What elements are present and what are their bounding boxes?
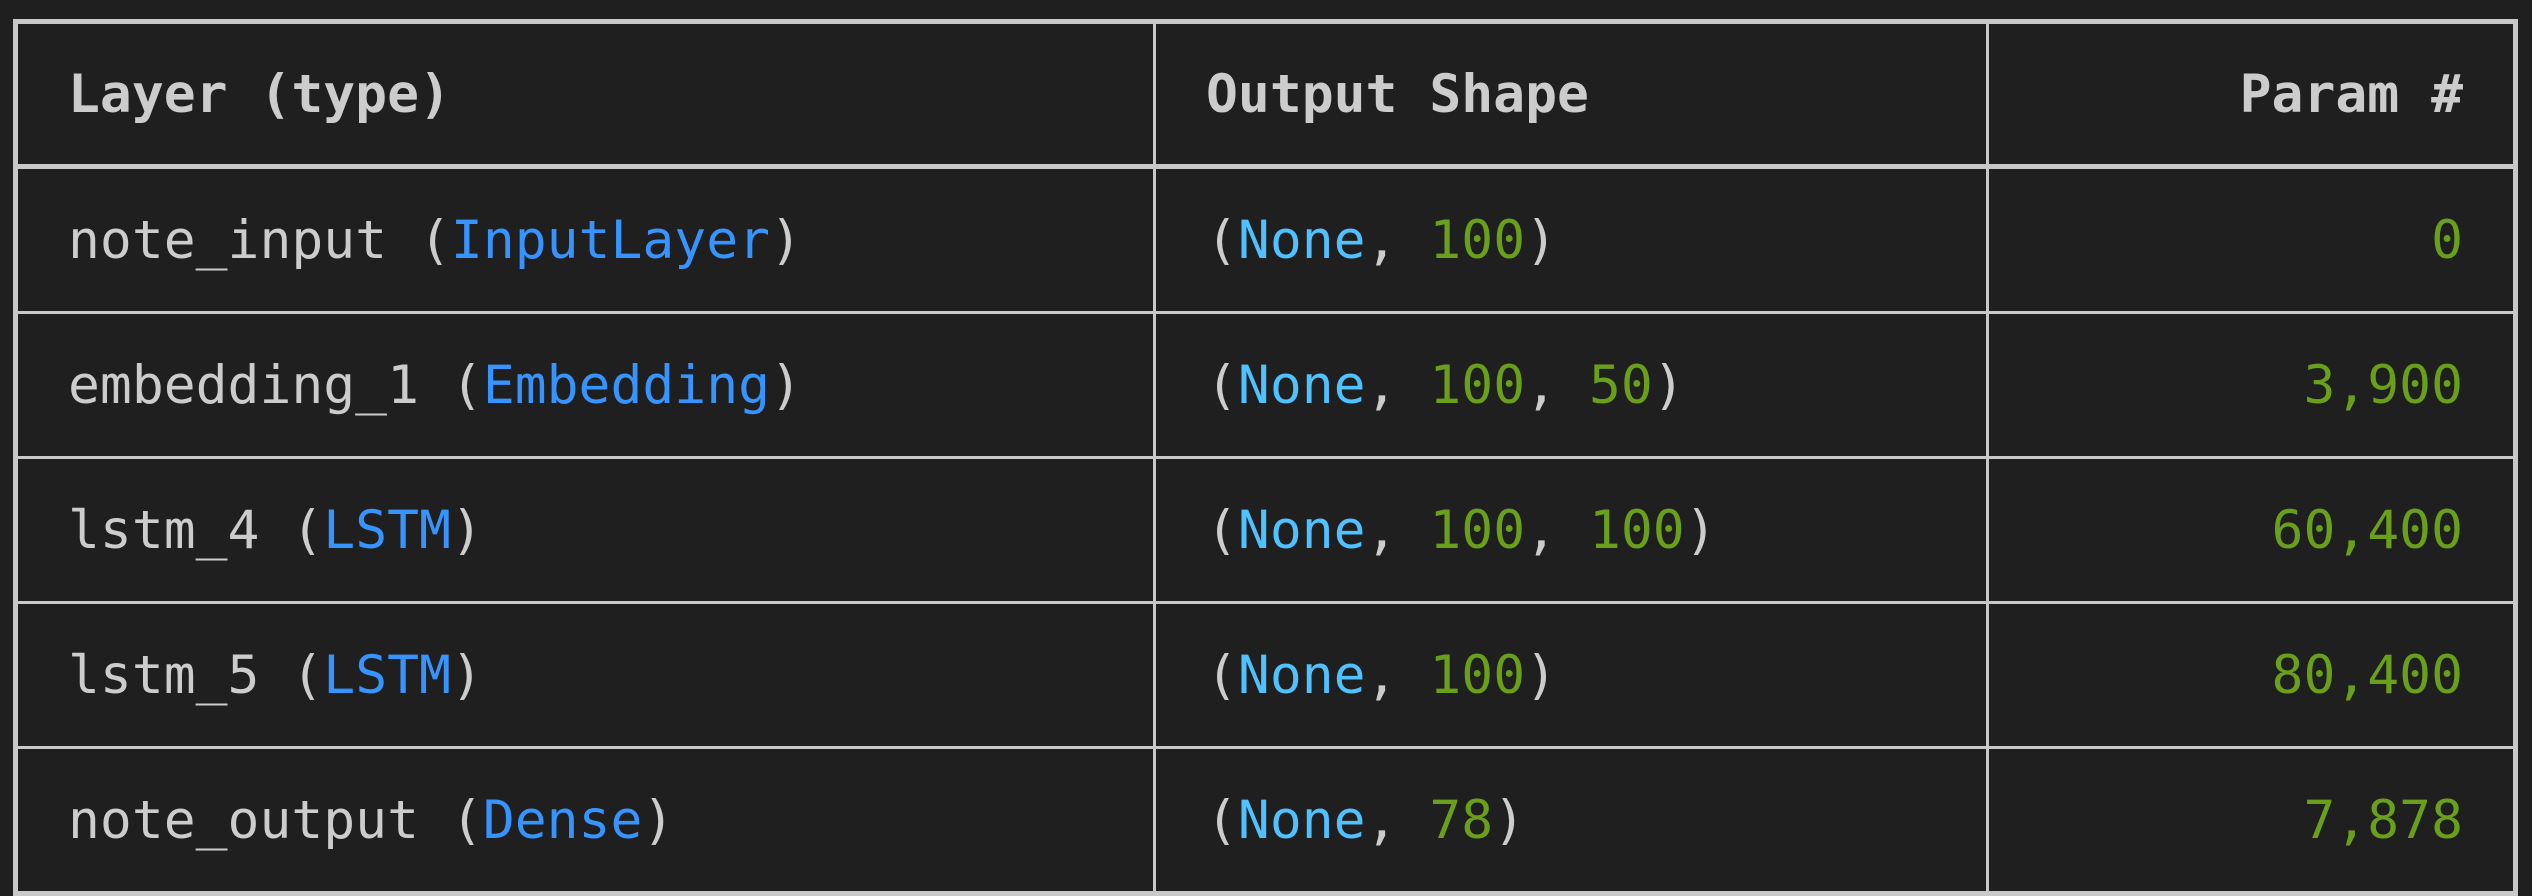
- param-count: 7,878: [1986, 746, 2517, 895]
- header-row: Layer (type) Output Shape Param #: [14, 20, 2517, 169]
- shape-dim: 50: [1588, 354, 1653, 416]
- layer-cell: note_output (Dense): [14, 746, 1156, 895]
- param-count: 80,400: [1986, 601, 2517, 749]
- batch-dim: None: [1237, 644, 1366, 706]
- output-shape-cell: (None, 100, 100): [1153, 456, 1989, 604]
- param-count: 3,900: [1986, 311, 2517, 459]
- shape-dim: 100: [1429, 354, 1526, 416]
- shape-dim: 78: [1429, 789, 1494, 851]
- shape-dim: 100: [1429, 644, 1526, 706]
- layer-cell: note_input (InputLayer): [14, 165, 1156, 314]
- header-params: Param #: [1986, 20, 2517, 169]
- table-row: embedding_1 (Embedding) (None, 100, 50) 3,…: [14, 311, 2517, 459]
- header-output-shape: Output Shape: [1153, 20, 1989, 169]
- output-shape-cell: (None, 100): [1153, 601, 1989, 749]
- layer-name: embedding_1: [68, 354, 419, 416]
- batch-dim: None: [1237, 789, 1366, 851]
- output-shape-cell: (None, 100): [1153, 165, 1989, 314]
- param-count: 60,400: [1986, 456, 2517, 604]
- layer-cell: lstm_4 (LSTM): [14, 456, 1156, 604]
- shape-dim: 100: [1588, 499, 1685, 561]
- layer-type: LSTM: [323, 499, 451, 561]
- batch-dim: None: [1237, 499, 1366, 561]
- table-row: lstm_5 (LSTM) (None, 100) 80,400: [14, 601, 2517, 749]
- batch-dim: None: [1237, 354, 1366, 416]
- param-count: 0: [1986, 165, 2517, 314]
- output-shape-cell: (None, 100, 50): [1153, 311, 1989, 459]
- table-row: note_output (Dense) (None, 78) 7,878: [14, 746, 2517, 895]
- shape-dim: 100: [1429, 209, 1526, 271]
- layer-cell: lstm_5 (LSTM): [14, 601, 1156, 749]
- shape-dim: 100: [1429, 499, 1526, 561]
- layer-name: note_input: [68, 209, 388, 271]
- output-shape-cell: (None, 78): [1153, 746, 1989, 895]
- batch-dim: None: [1237, 209, 1366, 271]
- layer-type: Dense: [482, 789, 643, 851]
- layer-name: lstm_5: [68, 644, 260, 706]
- model-summary-table: Layer (type) Output Shape Param # note_i…: [13, 19, 2518, 896]
- table-row: note_input (InputLayer) (None, 100) 0: [14, 165, 2517, 314]
- layer-name: note_output: [68, 789, 419, 851]
- header-layer: Layer (type): [14, 20, 1156, 169]
- layer-type: Embedding: [482, 354, 771, 416]
- layer-type: LSTM: [323, 644, 451, 706]
- layer-cell: embedding_1 (Embedding): [14, 311, 1156, 459]
- layer-name: lstm_4: [68, 499, 260, 561]
- table-row: lstm_4 (LSTM) (None, 100, 100) 60,400: [14, 456, 2517, 604]
- layer-type: InputLayer: [450, 209, 771, 271]
